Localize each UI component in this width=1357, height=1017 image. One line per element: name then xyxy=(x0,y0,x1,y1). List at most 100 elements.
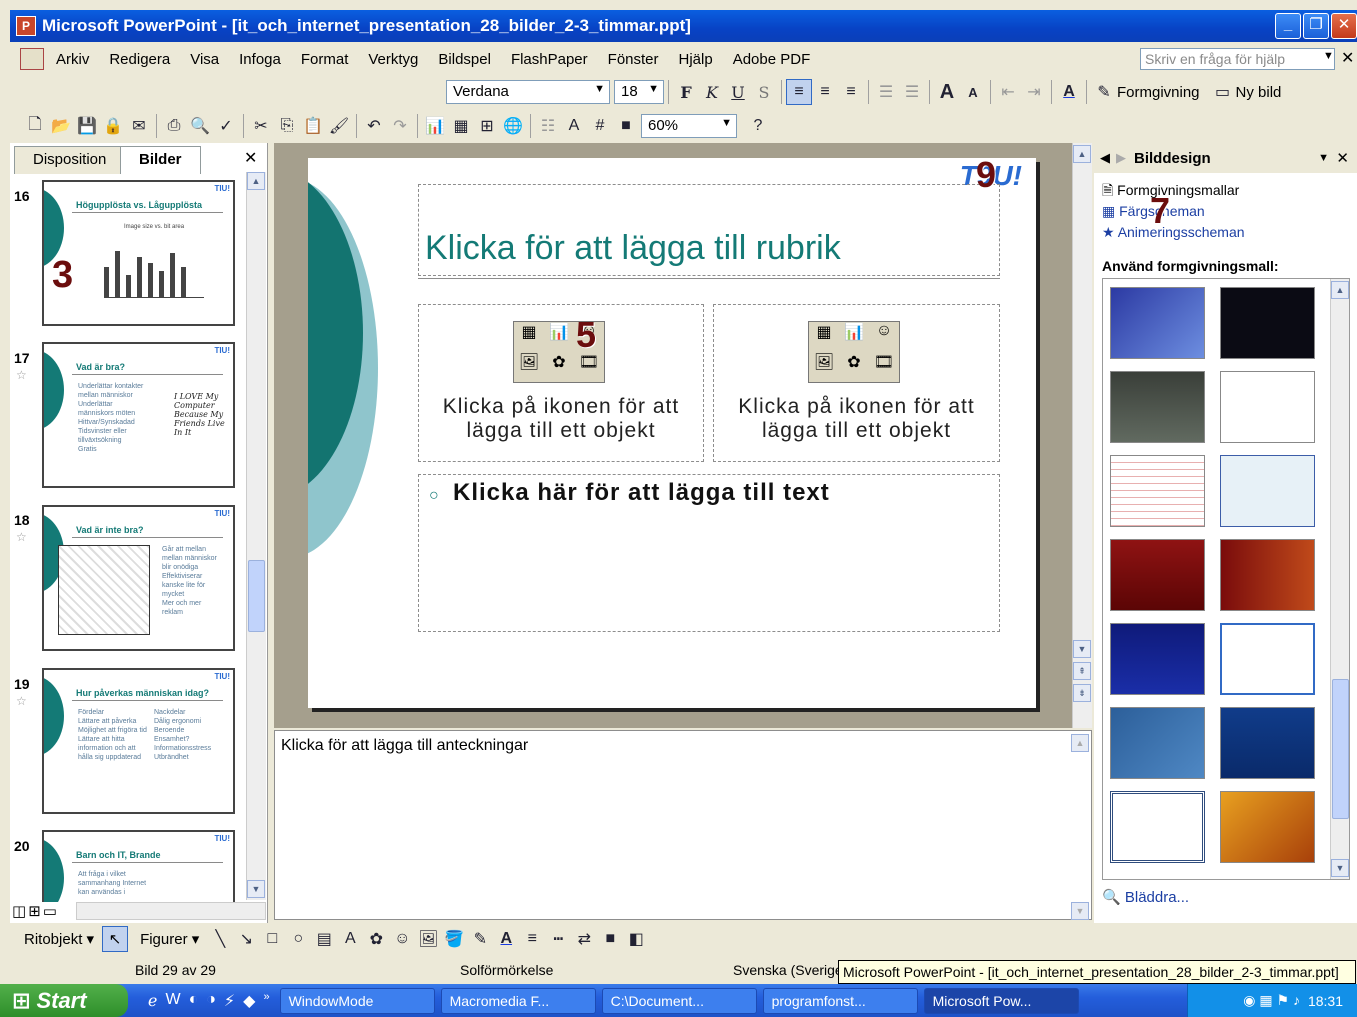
quicklaunch-icon[interactable]: ◆ xyxy=(243,991,255,1011)
expand-all-icon[interactable]: ☷ xyxy=(535,113,561,139)
scrollbar-thumb[interactable] xyxy=(1332,679,1349,819)
line-color-icon[interactable]: ✎ xyxy=(467,926,493,952)
back-arrow-icon[interactable]: ◀ xyxy=(1100,150,1110,166)
help-icon[interactable]: ? xyxy=(745,113,771,139)
design-button[interactable]: Formgivning xyxy=(1117,84,1200,101)
scroll-up-icon[interactable]: ▲ xyxy=(1073,145,1091,163)
previous-slide-icon[interactable]: ⇞ xyxy=(1073,662,1091,680)
slide-thumbnail-18[interactable]: TIU! Vad är inte bra? Går att mellan mel… xyxy=(42,505,235,651)
text-placeholder[interactable]: ○ Klicka här för att lägga till text xyxy=(418,474,1000,632)
scrollbar-thumb[interactable] xyxy=(248,560,265,632)
start-button[interactable]: ⊞ Start xyxy=(0,984,128,1017)
template-thumbnail[interactable] xyxy=(1110,287,1205,359)
scroll-down-icon[interactable]: ▼ xyxy=(1331,859,1349,877)
object-placeholder-left[interactable]: ▦ 📊 ☺ 🖼 ✿ 🎞 Klicka på ikonen för att lägga t… xyxy=(418,304,704,462)
next-slide-icon[interactable]: ⇟ xyxy=(1073,684,1091,702)
insert-diagram-icon[interactable]: ✿ xyxy=(839,352,869,382)
picture-icon[interactable]: 🖼 xyxy=(415,926,441,952)
title-placeholder[interactable]: Klicka för att lägga till rubrik xyxy=(418,184,1000,276)
undo-icon[interactable]: ↶ xyxy=(361,113,387,139)
menu-visa[interactable]: Visa xyxy=(190,51,219,68)
scroll-up-icon[interactable]: ▲ xyxy=(247,172,265,190)
menu-bildspel[interactable]: Bildspel xyxy=(438,51,491,68)
design-templates-link[interactable]: 🗎 Formgivningsmallar xyxy=(1102,180,1245,201)
slide-thumbnail-17[interactable]: TIU! Vad är bra? Underlättar kontakter m… xyxy=(42,342,235,488)
quicklaunch-icon[interactable]: ◐ xyxy=(189,991,199,1011)
clipart-icon[interactable]: ☺ xyxy=(389,926,415,952)
paste-icon[interactable]: 📋 xyxy=(300,113,326,139)
template-thumbnail[interactable] xyxy=(1110,707,1205,779)
notes-pane[interactable]: Klicka för att lägga till anteckningar xyxy=(274,730,1092,920)
font-color-icon[interactable]: A xyxy=(493,926,519,952)
insert-table-icon[interactable]: ▦ xyxy=(809,322,839,352)
tables-borders-icon[interactable]: ⊞ xyxy=(474,113,500,139)
menu-adobe-pdf[interactable]: Adobe PDF xyxy=(733,51,811,68)
print-preview-icon[interactable]: 🔍 xyxy=(187,113,213,139)
redo-icon[interactable]: ↷ xyxy=(387,113,413,139)
menu-infoga[interactable]: Infoga xyxy=(239,51,281,68)
minimize-button[interactable]: _ xyxy=(1275,13,1301,39)
oval-tool-icon[interactable]: ○ xyxy=(285,926,311,952)
insert-media-icon[interactable]: 🎞 xyxy=(574,352,604,382)
browse-link[interactable]: 🔍 Bläddra... xyxy=(1102,888,1189,906)
draw-menu-button[interactable]: Ritobjekt ▾ xyxy=(24,930,94,948)
fill-color-icon[interactable]: 🪣 xyxy=(441,926,467,952)
align-left-icon[interactable]: ≡ xyxy=(786,79,812,105)
font-color-icon[interactable]: A xyxy=(1056,79,1082,105)
arrow-style-icon[interactable]: ⇄ xyxy=(571,926,597,952)
open-folder-icon[interactable]: 📂 xyxy=(48,113,74,139)
line-tool-icon[interactable]: ╲ xyxy=(207,926,233,952)
wordart-icon[interactable]: A xyxy=(337,926,363,952)
3d-style-icon[interactable]: ◧ xyxy=(623,926,649,952)
zoom-select[interactable]: 60% ▼ xyxy=(641,114,737,138)
animation-schemes-link[interactable]: ★ Animeringsscheman xyxy=(1102,222,1245,243)
color-grayscale-icon[interactable]: ■ xyxy=(613,113,639,139)
insert-chart-icon[interactable]: 📊 xyxy=(422,113,448,139)
template-thumbnail[interactable] xyxy=(1110,371,1205,443)
menu-hjalp[interactable]: Hjälp xyxy=(679,51,713,68)
textbox-tool-icon[interactable]: ▤ xyxy=(311,926,337,952)
close-button[interactable]: ✕ xyxy=(1331,13,1357,39)
show-formatting-icon[interactable]: A xyxy=(561,113,587,139)
insert-chart-icon[interactable]: 📊 xyxy=(839,322,869,352)
slide-thumbnail-16[interactable]: TIU! Högupplösta vs. Lågupplösta Image s… xyxy=(42,180,235,326)
line-style-icon[interactable]: ≡ xyxy=(519,926,545,952)
template-thumbnail[interactable] xyxy=(1220,287,1315,359)
slides-scrollbar[interactable] xyxy=(246,172,266,900)
tray-icons[interactable]: ◉ ▦ ⚑ ♪ xyxy=(1243,992,1300,1009)
chevron-down-icon[interactable]: ▼ xyxy=(1318,152,1329,164)
horizontal-scrollbar[interactable] xyxy=(76,902,266,920)
help-search-input[interactable]: Skriv en fråga för hjälp xyxy=(1140,48,1335,70)
decrease-indent-icon[interactable]: ⇤ xyxy=(995,79,1021,105)
template-thumbnail[interactable] xyxy=(1110,455,1205,527)
font-size-select[interactable]: 18 ▼ xyxy=(614,80,664,104)
underline-button[interactable]: U xyxy=(725,79,751,105)
menu-format[interactable]: Format xyxy=(301,51,349,68)
word-icon[interactable]: W xyxy=(165,991,180,1011)
diagram-icon[interactable]: ✿ xyxy=(363,926,389,952)
cut-icon[interactable]: ✂ xyxy=(248,113,274,139)
powerpoint-icon[interactable]: P xyxy=(16,16,36,36)
shadow-style-icon[interactable]: ■ xyxy=(597,926,623,952)
numbered-list-icon[interactable]: ☰ xyxy=(873,79,899,105)
show-grid-icon[interactable]: # xyxy=(587,113,613,139)
template-thumbnail[interactable] xyxy=(1110,623,1205,695)
spelling-icon[interactable]: ✓ xyxy=(213,113,239,139)
scroll-down-icon[interactable]: ▼ xyxy=(247,880,265,898)
select-pointer-icon[interactable]: ↖ xyxy=(102,926,129,952)
design-icon[interactable]: ✎ xyxy=(1091,79,1117,105)
normal-view-icon[interactable]: ◫ xyxy=(12,902,26,920)
task-programfonster[interactable]: programfonst... xyxy=(762,987,918,1014)
rectangle-tool-icon[interactable]: □ xyxy=(259,926,285,952)
close-document-icon[interactable]: ✕ xyxy=(1341,48,1354,68)
autoshapes-menu-button[interactable]: Figurer ▾ xyxy=(140,930,199,948)
color-schemes-link[interactable]: ▦ Färgscheman xyxy=(1102,201,1245,222)
dash-style-icon[interactable]: ┅ xyxy=(545,926,571,952)
forward-arrow-icon[interactable]: ▶ xyxy=(1116,150,1126,166)
italic-button[interactable]: K xyxy=(699,79,725,105)
permission-icon[interactable]: 🔒 xyxy=(100,113,126,139)
print-icon[interactable]: ⎙ xyxy=(161,113,187,139)
more-icon[interactable]: » xyxy=(263,991,269,1011)
template-thumbnail[interactable] xyxy=(1110,791,1205,863)
insert-picture-icon[interactable]: 🖼 xyxy=(514,352,544,382)
